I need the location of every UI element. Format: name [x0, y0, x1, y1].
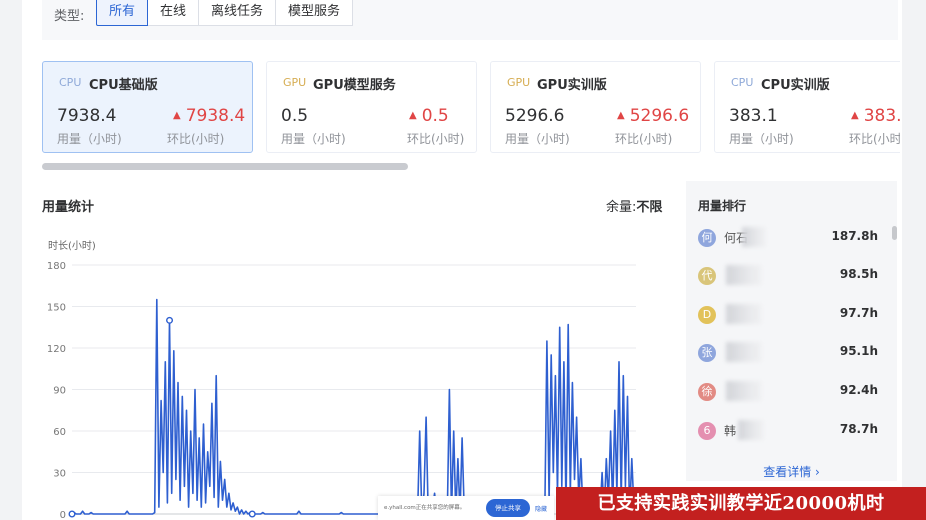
card-change-value: 7938.4 [185, 106, 246, 126]
rank-item[interactable]: 徐 92.4h [686, 379, 886, 405]
promo-banner: 已支持实践实训教学近20000机时 [556, 487, 926, 520]
card-change-value: 0.5 [421, 106, 449, 126]
y-axis-ticks: 0 30 60 90 120 150 180 [47, 261, 66, 520]
card-usage-label: 用量（小时) [505, 132, 570, 146]
avatar: 代 [698, 267, 716, 285]
share-status-text: e.yhall.com正在共享您的屏幕。 [384, 505, 466, 511]
redacted-name [726, 304, 762, 324]
rank-usage-value: 98.5h [839, 267, 878, 281]
y-tick-label: 150 [47, 303, 66, 314]
card-cpu-training[interactable]: CPU CPU实训版 383.1 ▲ 383. 用量（小时) 环比(小时 [714, 61, 900, 153]
y-tick-label: 60 [53, 427, 66, 438]
card-tag: GPU [283, 76, 307, 89]
rank-usage-value: 78.7h [839, 422, 878, 436]
y-tick-label: 90 [53, 386, 66, 397]
card-title: GPU实训版 [537, 78, 607, 93]
ranking-title: 用量排行 [698, 199, 747, 213]
view-details-link[interactable]: 查看详情 › [686, 463, 897, 480]
series-line [71, 298, 637, 515]
card-usage-value: 7938.4 [57, 106, 117, 126]
redacted-name [726, 265, 762, 285]
arrow-up-icon: ▲ [617, 110, 625, 121]
y-tick-label: 0 [60, 510, 66, 520]
redacted-name [738, 420, 764, 440]
arrow-up-icon: ▲ [173, 110, 181, 121]
avatar: 6 [698, 422, 716, 440]
card-usage-value: 383.1 [729, 106, 778, 126]
y-axis-label: 时长(小时) [48, 240, 96, 252]
remain-quota: 余量:不限 [606, 196, 662, 215]
data-point-marker[interactable] [248, 510, 256, 518]
remain-label: 余量: [606, 200, 637, 215]
avatar: D [698, 306, 716, 324]
y-tick-label: 120 [47, 344, 66, 355]
card-usage-value: 5296.6 [505, 106, 565, 126]
filter-model-service-button[interactable]: 模型服务 [276, 0, 354, 26]
resource-cards: CPU CPU基础版 7938.4 ▲ 7938.4 用量（小时) 环比(小时) … [42, 61, 900, 153]
y-tick-label: 30 [53, 469, 66, 480]
card-change-label: 环比(小时) [167, 132, 225, 146]
rank-item[interactable]: 代 98.5h [686, 263, 886, 289]
card-title: CPU基础版 [89, 78, 158, 93]
rank-item[interactable]: 何 何石 187.8h [686, 225, 886, 251]
card-title: GPU模型服务 [313, 78, 396, 93]
arrow-up-icon: ▲ [409, 110, 417, 121]
card-change-value: 383. [863, 106, 900, 126]
avatar: 徐 [698, 383, 716, 401]
filter-all-button[interactable]: 所有 [96, 0, 149, 26]
card-gpu-model-service[interactable]: GPU GPU模型服务 0.5 ▲ 0.5 用量（小时) 环比(小时) [266, 61, 477, 153]
filter-row: 类型: 所有 在线 离线任务 模型服务 [42, 0, 898, 40]
data-point-marker[interactable] [68, 510, 76, 518]
avatar: 何 [698, 229, 716, 247]
redacted-name [726, 342, 762, 362]
rank-usage-value: 95.1h [839, 344, 878, 358]
card-usage-value: 0.5 [281, 106, 309, 126]
card-change: ▲ 0.5 [409, 106, 449, 126]
ranking-panel: 用量排行 何 何石 187.8h 代 98.5h D 97.7h 张 95.1h… [686, 181, 897, 481]
avatar: 张 [698, 344, 716, 362]
card-usage-label: 用量（小时) [57, 132, 122, 146]
card-change-value: 5296.6 [629, 106, 690, 126]
arrow-up-icon: ▲ [851, 110, 859, 121]
usage-title: 用量统计 [42, 200, 95, 215]
card-change-label: 环比(小时) [615, 132, 673, 146]
y-tick-label: 180 [47, 261, 66, 272]
usage-line-chart[interactable]: 0 30 60 90 120 150 180 时长(小时) [0, 230, 660, 520]
rank-usage-value: 92.4h [839, 383, 878, 397]
card-cpu-basic[interactable]: CPU CPU基础版 7938.4 ▲ 7938.4 用量（小时) 环比(小时) [42, 61, 253, 153]
rank-usage-value: 187.8h [831, 229, 879, 243]
ranking-scrollbar[interactable] [892, 226, 897, 240]
card-title: CPU实训版 [761, 78, 830, 93]
data-point-marker[interactable] [166, 316, 174, 324]
card-change-label: 环比(小时 [849, 132, 900, 146]
rank-item[interactable]: 张 95.1h [686, 340, 886, 366]
remain-value: 不限 [636, 200, 663, 215]
stop-share-button[interactable]: 停止共享 [486, 499, 530, 517]
card-change-label: 环比(小时) [407, 132, 465, 146]
redacted-name [742, 227, 766, 247]
rank-item[interactable]: D 97.7h [686, 302, 886, 328]
card-gpu-training[interactable]: GPU GPU实训版 5296.6 ▲ 5296.6 用量（小时) 环比(小时) [490, 61, 701, 153]
card-tag: CPU [731, 76, 754, 89]
card-usage-label: 用量（小时) [729, 132, 794, 146]
hide-share-button[interactable]: 隐藏 [535, 504, 547, 513]
redacted-name [726, 381, 762, 401]
card-change: ▲ 7938.4 [173, 106, 245, 126]
cards-scrollbar[interactable] [42, 163, 408, 170]
filter-button-group: 所有 在线 离线任务 模型服务 [96, 0, 354, 26]
rank-user-name: 韩 [724, 424, 737, 438]
filter-offline-task-button[interactable]: 离线任务 [199, 0, 277, 26]
card-tag: GPU [507, 76, 531, 89]
filter-online-button[interactable]: 在线 [148, 0, 200, 26]
screen-share-bar: e.yhall.com正在共享您的屏幕。 停止共享 隐藏 [378, 496, 554, 520]
rank-item[interactable]: 6 韩 78.7h [686, 418, 886, 444]
card-change: ▲ 383. [851, 106, 900, 126]
card-change: ▲ 5296.6 [617, 106, 689, 126]
filter-label: 类型: [54, 9, 85, 24]
card-tag: CPU [59, 76, 82, 89]
card-usage-label: 用量（小时) [281, 132, 346, 146]
rank-usage-value: 97.7h [839, 306, 878, 320]
